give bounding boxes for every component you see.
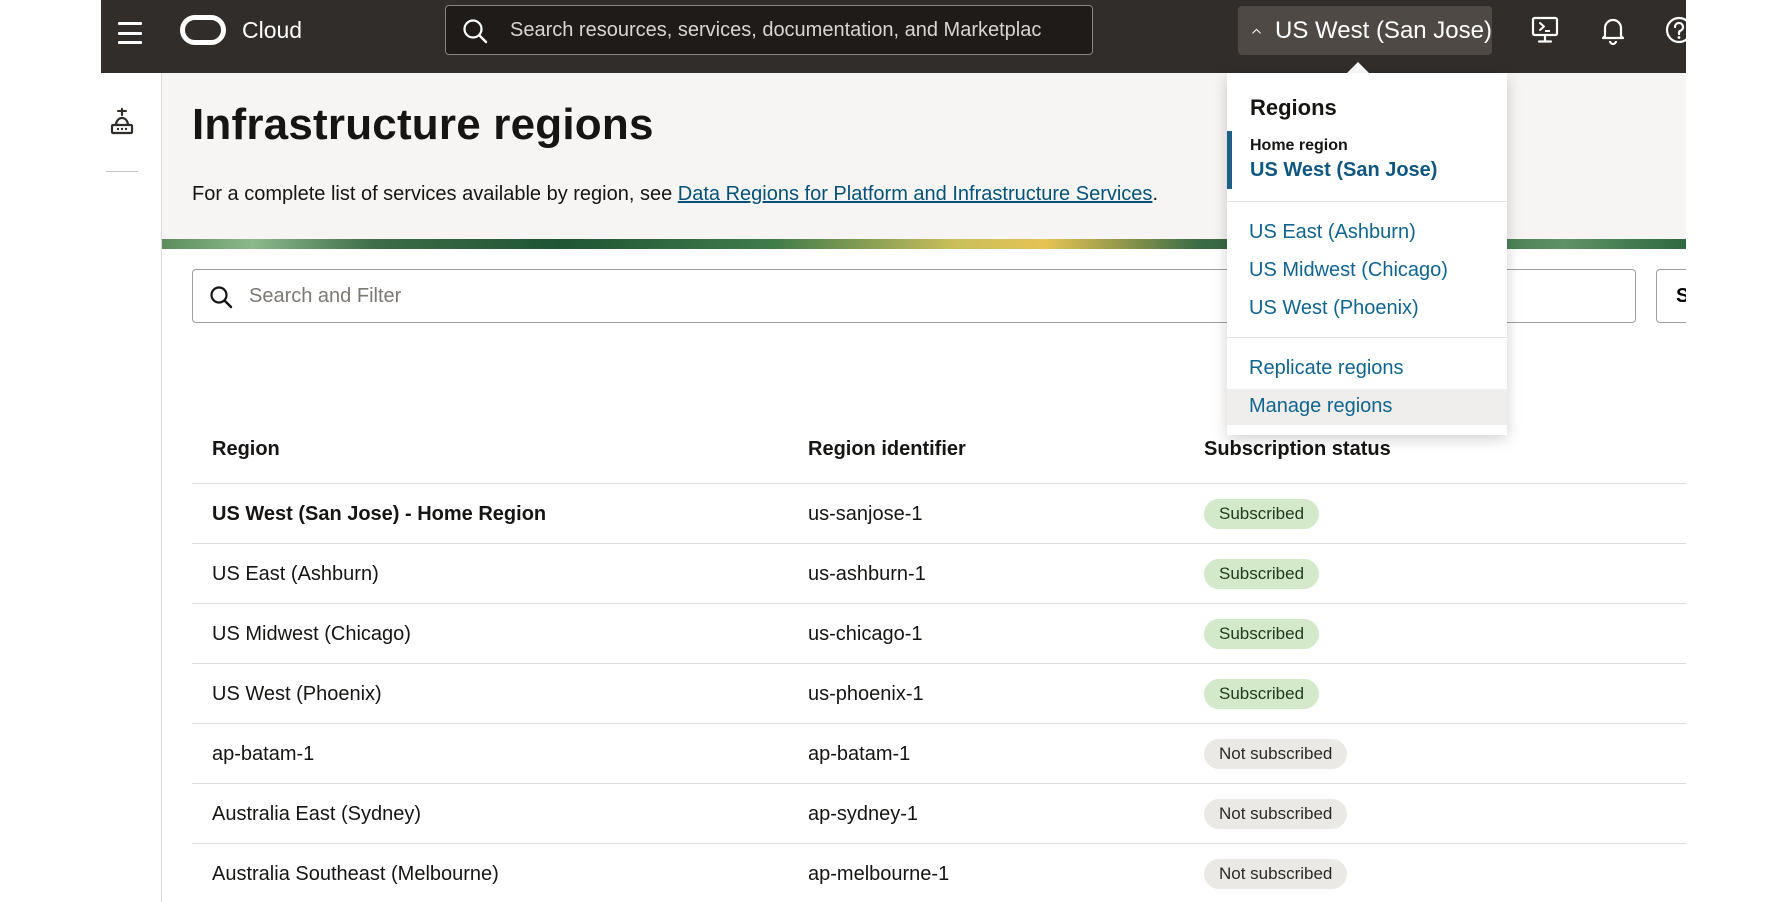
brand-label[interactable]: Cloud (242, 15, 302, 45)
intro-text: For a complete list of services availabl… (192, 183, 1158, 206)
status-badge: Not subscribed (1204, 799, 1348, 829)
column-header-region-identifier[interactable]: Region identifier (808, 438, 966, 461)
top-navigation-bar: Cloud US West (San Jose) (101, 0, 1686, 73)
region-identifier: ap-sydney-1 (808, 803, 919, 825)
bell-icon[interactable] (1597, 14, 1629, 46)
help-icon[interactable] (1663, 14, 1686, 46)
table-row[interactable]: Australia East (Sydney) ap-sydney-1 Not … (192, 783, 1686, 844)
table-row[interactable]: Australia Southeast (Melbourne) ap-melbo… (192, 843, 1686, 902)
region-identifier: us-sanjose-1 (808, 503, 923, 525)
filter-side-button[interactable]: Se (1656, 269, 1686, 323)
page-title: Infrastructure regions (192, 100, 654, 149)
status-badge: Subscribed (1204, 559, 1320, 589)
status-badge: Not subscribed (1204, 859, 1348, 889)
oracle-logo[interactable] (180, 15, 226, 45)
region-option-phoenix[interactable]: US West (Phoenix) (1249, 297, 1419, 320)
status-badge: Subscribed (1204, 679, 1320, 709)
data-regions-link[interactable]: Data Regions for Platform and Infrastruc… (678, 183, 1153, 205)
table-row[interactable]: US West (San Jose) - Home Region us-sanj… (192, 483, 1686, 544)
region-identifier: ap-batam-1 (808, 743, 911, 765)
region-name: US East (Ashburn) (212, 563, 379, 585)
left-rail (101, 73, 162, 902)
deployment-icon[interactable] (109, 107, 135, 140)
region-name: ap-batam-1 (212, 743, 315, 765)
cloud-shell-icon[interactable] (1529, 14, 1561, 46)
region-name: Australia Southeast (Melbourne) (212, 863, 499, 885)
global-search[interactable] (445, 5, 1093, 55)
region-selector-button[interactable]: US West (San Jose) (1238, 6, 1492, 55)
intro-text-end: . (1152, 183, 1158, 205)
region-option-chicago[interactable]: US Midwest (Chicago) (1249, 259, 1448, 282)
dropdown-divider (1227, 337, 1507, 338)
search-icon (463, 19, 488, 44)
intro-text-lead: For a complete list of services availabl… (192, 183, 678, 205)
regions-dropdown: Regions Home region US West (San Jose) U… (1227, 73, 1507, 435)
region-name: US West (San Jose) - Home Region (212, 503, 547, 525)
table-row[interactable]: ap-batam-1 ap-batam-1 Not subscribed (192, 723, 1686, 784)
column-header-subscription-status[interactable]: Subscription status (1204, 438, 1391, 461)
search-icon (210, 286, 233, 309)
region-selector-label: US West (San Jose) (1275, 16, 1492, 44)
table-row[interactable]: US East (Ashburn) us-ashburn-1 Subscribe… (192, 543, 1686, 604)
dropdown-title: Regions (1250, 95, 1337, 120)
table-row[interactable]: US Midwest (Chicago) us-chicago-1 Subscr… (192, 603, 1686, 664)
status-badge: Subscribed (1204, 619, 1320, 649)
home-region-label: Home region (1250, 137, 1348, 154)
global-search-input[interactable] (508, 6, 1072, 55)
column-header-region[interactable]: Region (212, 438, 280, 461)
chevron-up-icon (1252, 28, 1261, 34)
manage-regions-link[interactable]: Manage regions (1249, 395, 1392, 418)
rail-divider (106, 171, 138, 172)
console-frame: Cloud US West (San Jose) (101, 0, 1686, 902)
dropdown-divider (1227, 201, 1507, 202)
region-identifier: us-ashburn-1 (808, 563, 926, 585)
region-identifier: us-chicago-1 (808, 623, 923, 645)
region-option-ashburn[interactable]: US East (Ashburn) (1249, 221, 1416, 244)
region-identifier: us-phoenix-1 (808, 683, 924, 705)
table-row[interactable]: US West (Phoenix) us-phoenix-1 Subscribe… (192, 663, 1686, 724)
status-badge: Not subscribed (1204, 739, 1348, 769)
menu-icon[interactable] (115, 18, 145, 48)
home-region-value: US West (San Jose) (1250, 159, 1438, 181)
region-identifier: ap-melbourne-1 (808, 863, 950, 885)
home-region-item[interactable]: Home region US West (San Jose) (1227, 131, 1507, 189)
region-name: Australia East (Sydney) (212, 803, 421, 825)
region-name: US West (Phoenix) (212, 683, 382, 705)
status-badge: Subscribed (1204, 499, 1320, 529)
region-name: US Midwest (Chicago) (212, 623, 411, 645)
replicate-regions-link[interactable]: Replicate regions (1249, 357, 1404, 380)
